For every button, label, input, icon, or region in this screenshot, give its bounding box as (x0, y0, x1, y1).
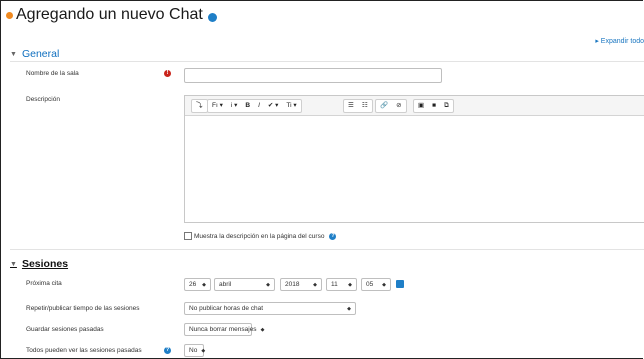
chevron-down-icon: ▼ (10, 260, 17, 268)
link-icon[interactable]: 🔗 (376, 100, 392, 112)
expand-all-link[interactable]: ▸ Expandir todo (595, 37, 644, 45)
chevron-down-icon: ◆ (382, 281, 386, 288)
bullet-list-icon[interactable]: ☰ (344, 100, 358, 112)
module-icon (6, 11, 13, 19)
font-family-icon[interactable]: Fı ▾ (208, 100, 227, 112)
room-name-label: Nombre de la sala (26, 70, 79, 77)
toolbar-group-collapse: ⤵ (191, 99, 208, 113)
section-sesiones-header[interactable]: ▼ Sesiones (10, 258, 68, 270)
image-icon[interactable]: ▣ (414, 100, 428, 112)
required-icon: ! (164, 70, 171, 77)
divider (10, 61, 644, 62)
hour-select[interactable]: 11 ◆ (326, 278, 357, 291)
chevron-down-icon: ▼ (10, 50, 17, 58)
show-description-label: Muestra la descripción en la página del … (194, 232, 325, 240)
text-color-icon[interactable]: ✔ ▾ (264, 100, 283, 112)
month-value: abril (219, 281, 232, 288)
bold-icon[interactable]: B (241, 100, 254, 112)
minute-value: 05 (366, 281, 374, 288)
year-value: 2018 (285, 281, 300, 288)
italic-icon[interactable]: I (254, 100, 264, 112)
section-sesiones-title: Sesiones (21, 258, 69, 270)
repeat-sessions-label: Repetir/publicar tiempo de las sesiones (26, 305, 140, 312)
next-date-label: Próxima cita (26, 280, 62, 287)
toolbar-group-media: ▣ ■ ⧉ (413, 99, 454, 113)
help-icon[interactable]: ? (164, 347, 171, 354)
year-select[interactable]: 2018 ◆ (280, 278, 322, 291)
help-icon[interactable] (207, 12, 217, 22)
divider (10, 249, 644, 250)
room-name-input[interactable] (184, 68, 442, 83)
collapse-toolbar-icon[interactable]: ⤵ (192, 100, 207, 112)
save-sessions-label: Guardar sesiones pasadas (26, 326, 104, 333)
section-general-title: General (21, 48, 60, 60)
day-value: 26 (189, 281, 197, 288)
section-general-header[interactable]: ▼ General (10, 48, 59, 60)
description-label: Descripción (26, 96, 60, 103)
page-title: Agregando un nuevo Chat (6, 6, 217, 24)
description-editor[interactable]: ⤵ Fı ▾ i ▾ B I ✔ ▾ Ti ▾ ☰ ☷ 🔗 ⊘ ▣ ■ ⧉ (184, 95, 644, 223)
manage-files-icon[interactable]: ⧉ (440, 100, 453, 112)
editor-toolbar: ⤵ Fı ▾ i ▾ B I ✔ ▾ Ti ▾ ☰ ☷ 🔗 ⊘ ▣ ■ ⧉ (185, 96, 644, 116)
toolbar-group-lists: ☰ ☷ (343, 99, 373, 113)
page-title-text: Agregando un nuevo Chat (16, 6, 203, 23)
show-description-checkbox-row[interactable]: Muestra la descripción en la página del … (184, 232, 337, 240)
repeat-sessions-value: No publicar horas de chat (189, 305, 264, 312)
minute-select[interactable]: 05 ◆ (361, 278, 391, 291)
month-select[interactable]: abril ◆ (214, 278, 275, 291)
everyone-sees-label: Todos pueden ver las sesiones pasadas (26, 347, 142, 354)
show-description-checkbox[interactable] (184, 232, 192, 240)
toolbar-group-format: Fı ▾ i ▾ B I ✔ ▾ Ti ▾ (207, 99, 302, 113)
chevron-down-icon: ◆ (260, 326, 265, 333)
everyone-sees-select[interactable]: No ◆ (184, 344, 206, 357)
chevron-down-icon: ◆ (266, 281, 270, 288)
repeat-sessions-select[interactable]: No publicar horas de chat ◆ (184, 302, 356, 315)
chevron-down-icon: ◆ (348, 281, 352, 288)
day-select[interactable]: 26 ◆ (184, 278, 211, 291)
chevron-down-icon: ◆ (347, 305, 351, 312)
hour-value: 11 (331, 281, 338, 288)
numbered-list-icon[interactable]: ☷ (358, 100, 372, 112)
video-icon[interactable]: ■ (428, 100, 440, 112)
save-sessions-select[interactable]: Nunca borrar mensajes ◆ (184, 323, 264, 336)
chevron-down-icon: ◆ (313, 281, 317, 288)
unlink-icon[interactable]: ⊘ (392, 100, 405, 112)
save-sessions-value: Nunca borrar mensajes (189, 326, 257, 333)
help-icon[interactable]: ? (329, 232, 337, 240)
chevron-down-icon: ◆ (201, 347, 206, 354)
calendar-icon[interactable] (396, 280, 404, 288)
info-icon[interactable]: i ▾ (227, 100, 242, 112)
everyone-sees-value: No (189, 347, 198, 354)
text-size-icon[interactable]: Ti ▾ (282, 100, 300, 112)
chevron-down-icon: ◆ (202, 281, 206, 288)
toolbar-group-links: 🔗 ⊘ (375, 99, 407, 113)
